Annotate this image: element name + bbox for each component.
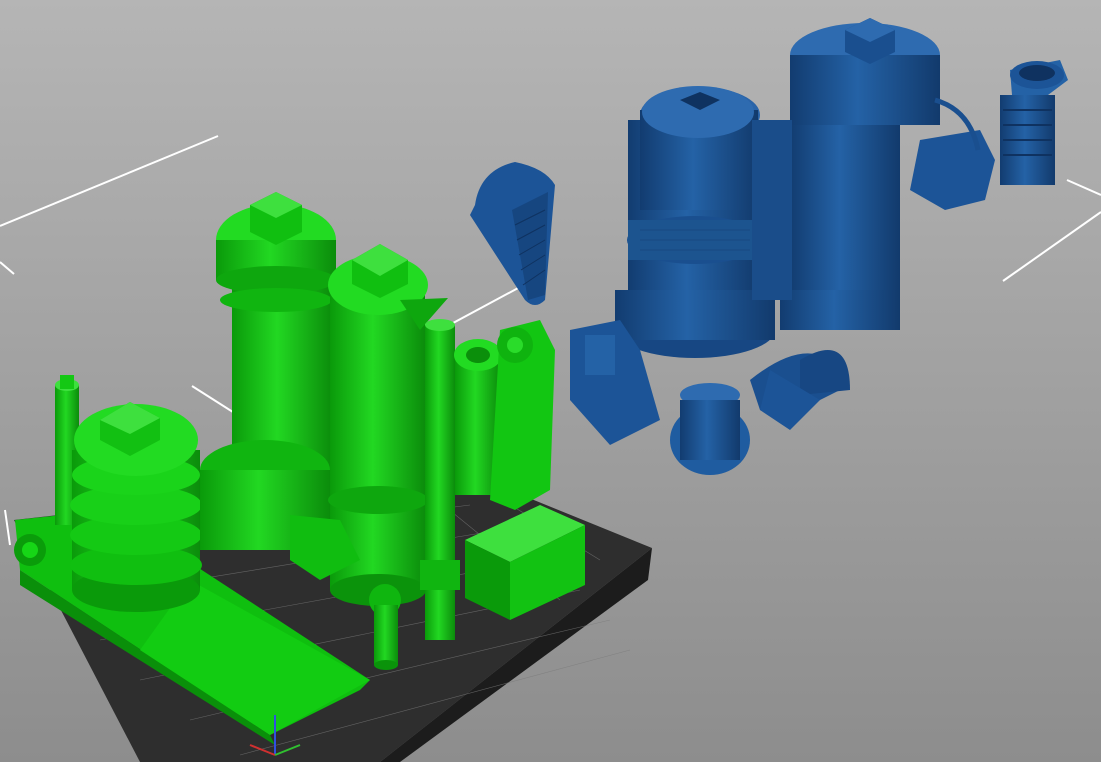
green-rod[interactable] bbox=[425, 325, 455, 640]
unselected-object-group[interactable] bbox=[470, 18, 1068, 475]
green-ringed-cylinder[interactable] bbox=[70, 402, 202, 612]
green-tall-cylinder[interactable] bbox=[200, 192, 336, 550]
3d-scene[interactable] bbox=[0, 0, 1101, 762]
blue-handle-grip[interactable] bbox=[470, 162, 555, 305]
3d-viewport[interactable] bbox=[0, 0, 1101, 762]
blue-eyepiece[interactable] bbox=[1000, 60, 1068, 185]
blue-cylinder-knurled[interactable] bbox=[615, 86, 775, 358]
